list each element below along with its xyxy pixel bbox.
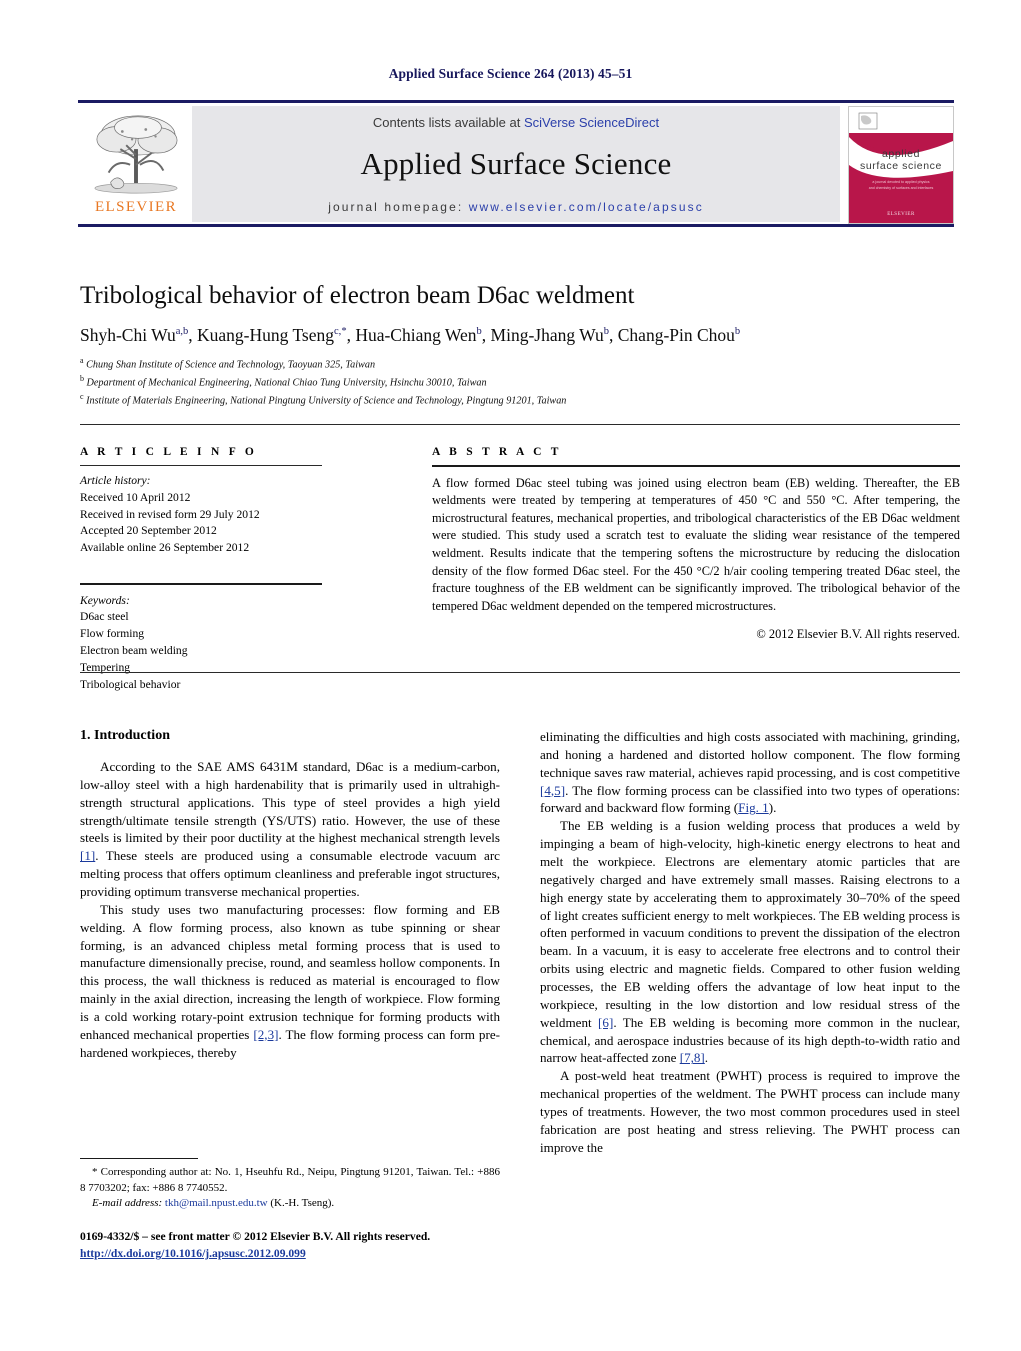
keywords-divider bbox=[80, 583, 322, 585]
abstract-heading: A B S T R A C T bbox=[432, 446, 562, 458]
citation-link[interactable]: [6] bbox=[598, 1015, 613, 1030]
abstract-column: A B S T R A C T A flow formed D6ac steel… bbox=[432, 446, 960, 642]
keywords-list: D6ac steel Flow forming Electron beam weld… bbox=[80, 609, 322, 693]
contents-available-line: Contents lists available at SciVerse Sci… bbox=[373, 115, 659, 130]
article-history-item: Available online 26 September 2012 bbox=[80, 541, 250, 555]
elsevier-logo: ELSEVIER bbox=[80, 106, 192, 222]
keyword-item: Tribological behavior bbox=[80, 677, 181, 691]
affiliation-list: a Chung Shan Institute of Science and Te… bbox=[80, 355, 960, 409]
svg-text:surface science: surface science bbox=[860, 160, 942, 172]
footnote-block: * Corresponding author at: No. 1, Hseuhf… bbox=[80, 1158, 500, 1212]
article-info-heading: A R T I C L E I N F O bbox=[80, 446, 258, 458]
article-history-list: Received 10 April 2012 Received in revise… bbox=[80, 490, 322, 557]
affiliation-item: c Institute of Materials Engineering, Na… bbox=[80, 391, 567, 406]
article-history-item: Received in revised form 29 July 2012 bbox=[80, 507, 260, 521]
keyword-item: Electron beam welding bbox=[80, 644, 188, 658]
journal-homepage-line: journal homepage: www.elsevier.com/locat… bbox=[328, 200, 704, 214]
citation-link[interactable]: [7,8] bbox=[680, 1050, 705, 1065]
corresponding-author-note: * Corresponding author at: No. 1, Hseuhf… bbox=[80, 1165, 500, 1212]
journal-cover-thumbnail: applied surface science a journal devote… bbox=[848, 106, 954, 224]
journal-title: Applied Surface Science bbox=[360, 146, 672, 181]
article-history-item: Accepted 20 September 2012 bbox=[80, 524, 217, 538]
affiliation-item: a Chung Shan Institute of Science and Te… bbox=[80, 355, 376, 371]
keywords-block: Keywords: D6ac steel Flow forming Electron… bbox=[80, 583, 322, 693]
elsevier-tree-icon bbox=[94, 115, 178, 194]
article-info-column: A R T I C L E I N F O Article history: R… bbox=[80, 446, 322, 693]
running-head: Applied Surface Science 264 (2013) 45–51 bbox=[388, 66, 633, 81]
article-history-label: Article history: bbox=[80, 474, 151, 488]
email-address-label: E-mail address: bbox=[92, 1197, 163, 1210]
affiliation-item: b Department of Mechanical Engineering, … bbox=[80, 373, 487, 389]
body-paragraph: According to the SAE AMS 6431M standard,… bbox=[80, 759, 500, 900]
author-list: Shyh-Chi Wua,b, Kuang-Hung Tsengc,*, Hua… bbox=[80, 324, 741, 345]
body-column-left: 1. Introduction According to the SAE AMS… bbox=[80, 728, 500, 1062]
citation-link[interactable]: [1] bbox=[80, 848, 95, 863]
imprint-block: 0169-4332/$ – see front matter © 2012 El… bbox=[80, 1228, 540, 1263]
left-column-paragraphs: According to the SAE AMS 6431M standard,… bbox=[80, 758, 500, 1062]
body-paragraph: eliminating the difficulties and high co… bbox=[540, 729, 960, 816]
journal-masthead: ELSEVIER Contents lists available at Sci… bbox=[78, 100, 954, 227]
right-column-paragraphs: eliminating the difficulties and high co… bbox=[540, 728, 960, 1157]
journal-band: Contents lists available at SciVerse Sci… bbox=[192, 106, 840, 222]
svg-text:a journal devoted to applied p: a journal devoted to applied physics bbox=[872, 180, 929, 184]
journal-cover-art: applied surface science a journal devote… bbox=[849, 107, 953, 223]
issn-front-matter: 0169-4332/$ – see front matter © 2012 El… bbox=[80, 1230, 431, 1243]
title-block: Tribological behavior of electron beam D… bbox=[80, 282, 960, 408]
email-owner: (K.-H. Tseng). bbox=[270, 1197, 335, 1210]
corresponding-author-text: * Corresponding author at: No. 1, Hseuhf… bbox=[80, 1166, 500, 1194]
abstract-copyright: © 2012 Elsevier B.V. All rights reserved… bbox=[756, 627, 960, 642]
article-info-divider bbox=[80, 465, 322, 467]
info-section-bottom-rule bbox=[80, 672, 960, 674]
contents-prefix: Contents lists available at bbox=[372, 115, 524, 130]
keywords-label: Keywords: bbox=[80, 593, 130, 607]
article-history-item: Received 10 April 2012 bbox=[80, 490, 191, 504]
svg-text:ELSEVIER: ELSEVIER bbox=[887, 212, 915, 217]
info-section-top-rule bbox=[80, 424, 960, 426]
abstract-text: A flow formed D6ac steel tubing was join… bbox=[432, 475, 960, 613]
svg-text:and chemistry of surfaces and: and chemistry of surfaces and interfaces bbox=[869, 186, 934, 190]
email-address-link[interactable]: tkh@mail.npust.edu.tw bbox=[165, 1197, 268, 1209]
homepage-prefix: journal homepage: bbox=[328, 200, 469, 214]
masthead-top-rule bbox=[78, 100, 954, 103]
citation-link[interactable]: Fig. 1 bbox=[738, 800, 769, 815]
keyword-item: Flow forming bbox=[80, 627, 145, 641]
elsevier-wordmark: ELSEVIER bbox=[94, 199, 178, 215]
doi-link[interactable]: http://dx.doi.org/10.1016/j.apsusc.2012.… bbox=[80, 1247, 306, 1260]
body-paragraph: The EB welding is a fusion welding proce… bbox=[540, 818, 960, 1066]
section-heading-introduction: 1. Introduction bbox=[80, 728, 170, 743]
keyword-item: Tempering bbox=[80, 660, 131, 674]
paper-page: Applied Surface Science 264 (2013) 45–51 bbox=[0, 0, 1021, 1351]
footnote-rule bbox=[80, 1158, 198, 1159]
body-column-right: eliminating the difficulties and high co… bbox=[540, 728, 960, 1157]
sciencedirect-link[interactable]: SciVerse ScienceDirect bbox=[524, 115, 659, 130]
citation-link[interactable]: [4,5] bbox=[540, 783, 565, 798]
svg-text:applied: applied bbox=[882, 148, 920, 160]
body-paragraph: A post-weld heat treatment (PWHT) proces… bbox=[540, 1068, 960, 1155]
citation-link[interactable]: [2,3] bbox=[253, 1027, 278, 1042]
journal-homepage-link[interactable]: www.elsevier.com/locate/apsusc bbox=[469, 200, 704, 214]
body-paragraph: This study uses two manufacturing proces… bbox=[80, 901, 500, 1060]
abstract-divider bbox=[432, 465, 960, 467]
keyword-item: D6ac steel bbox=[80, 610, 129, 624]
masthead-bottom-rule bbox=[78, 224, 954, 227]
page-title: Tribological behavior of electron beam D… bbox=[80, 282, 635, 309]
